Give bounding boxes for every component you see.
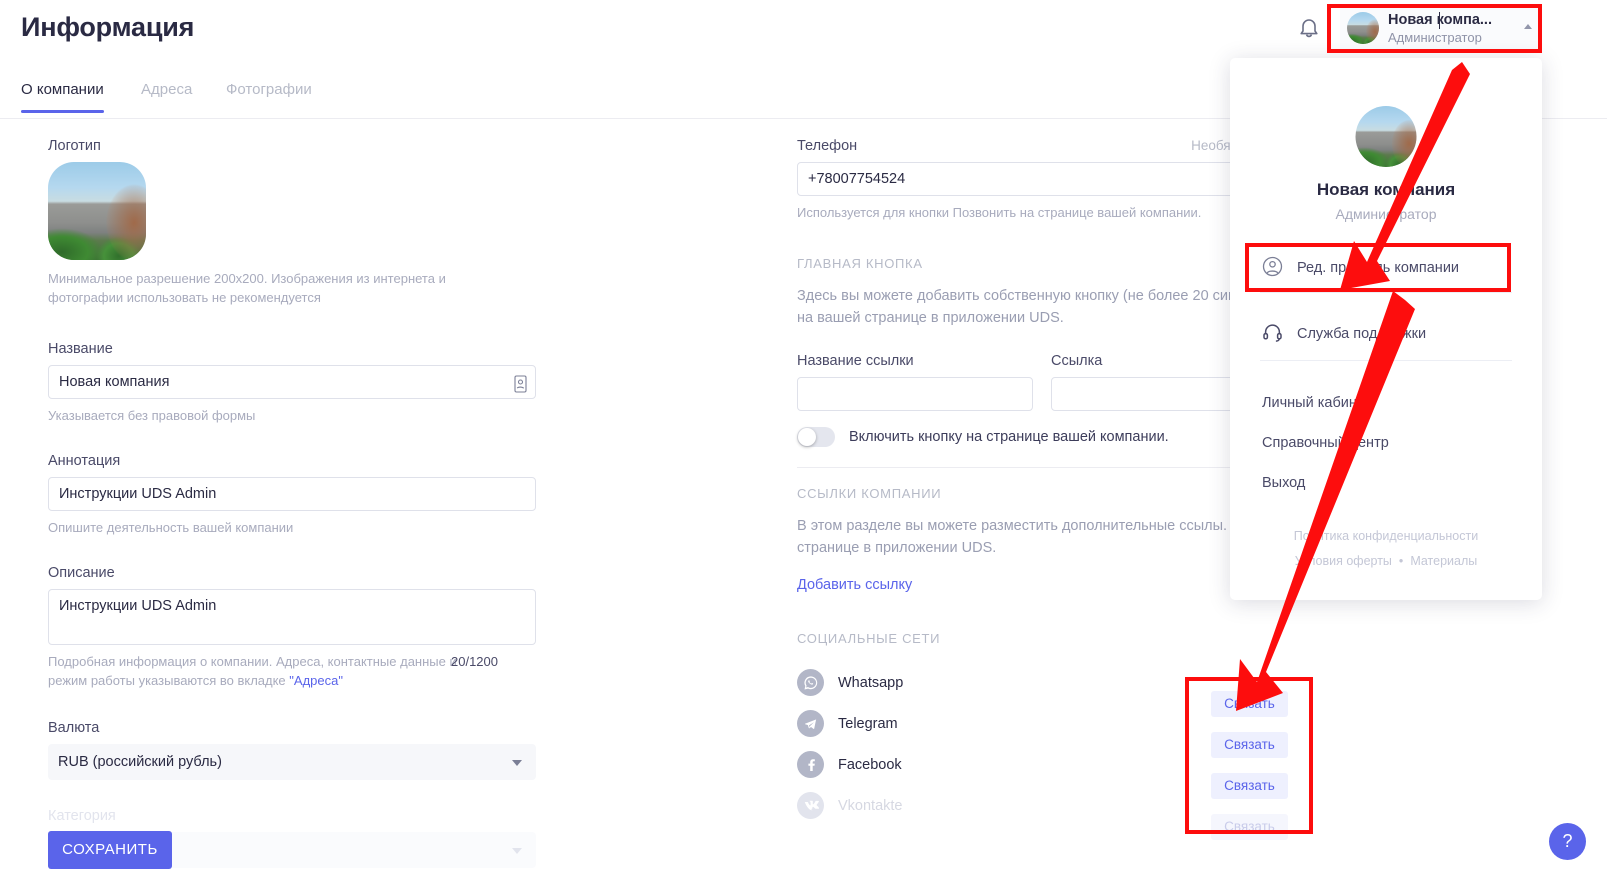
social-name-whatsapp: Whatsapp	[838, 674, 904, 691]
account-name: Новая компания	[1316, 180, 1456, 199]
social-name-telegram: Telegram	[838, 715, 898, 732]
vkontakte-icon	[797, 792, 824, 819]
tab-photos[interactable]: Фотографии	[226, 81, 312, 112]
divider	[797, 467, 1287, 468]
avatar	[1347, 12, 1379, 44]
menu-item-support[interactable]: Служба поддержки	[1230, 312, 1542, 356]
app-root: Информация Новая компа... Администратор …	[0, 0, 1607, 881]
name-input-value: Новая компания	[59, 374, 170, 390]
description-hint: Подробная информация о компании. Адреса,…	[48, 652, 498, 690]
help-button[interactable]: ?	[1549, 823, 1586, 860]
menu-link-personal-account[interactable]: Личный кабинет	[1262, 395, 1371, 411]
company-links-section: ССЫЛКИ КОМПАНИИ В этом разделе вы можете…	[797, 486, 1287, 593]
whatsapp-icon	[797, 669, 824, 696]
logo-label: Логотип	[48, 138, 101, 154]
description-hint-line1: Подробная информация о компании. Адреса,…	[48, 654, 457, 669]
user-circle-icon	[1262, 256, 1283, 281]
account-role: Администратор	[1335, 206, 1437, 222]
phone-hint: Используется для кнопки Позвонить на стр…	[797, 205, 1202, 220]
link-button-vkontakte[interactable]: Связать	[1211, 814, 1288, 840]
addresses-tab-link[interactable]: "Адреса"	[289, 673, 343, 688]
social-caption: СОЦИАЛЬНЫЕ СЕТИ	[797, 631, 941, 646]
menu-link-logout[interactable]: Выход	[1262, 475, 1305, 491]
user-chip[interactable]: Новая компа... Администратор	[1340, 5, 1540, 51]
add-link-button[interactable]: Добавить ссылку	[797, 577, 1287, 593]
currency-label: Валюта	[48, 720, 100, 736]
currency-select[interactable]: RUB (российский рубль)	[48, 744, 536, 780]
main-button-description: Здесь вы можете добавить собственную кно…	[797, 288, 1283, 326]
annotation-group: Аннотация Инструкции UDS Admin Опишите д…	[48, 453, 536, 537]
link-button-telegram[interactable]: Связать	[1211, 732, 1288, 758]
link-name-input[interactable]	[797, 377, 1033, 411]
link-button-whatsapp[interactable]: Связать	[1211, 691, 1288, 717]
company-logo-image[interactable]	[48, 162, 146, 260]
name-hint: Указывается без правовой формы	[48, 408, 256, 423]
company-links-caption: ССЫЛКИ КОМПАНИИ	[797, 486, 942, 501]
phone-group: Телефон Необязательно +78007754524 Испол…	[797, 138, 1287, 222]
account-panel-footer: Политика конфиденциальности Условия офер…	[1230, 524, 1542, 574]
name-label: Название	[48, 341, 113, 357]
chevron-up-icon	[1524, 23, 1532, 29]
description-counter: 20/1200	[451, 654, 498, 669]
phone-input-value: +78007754524	[808, 171, 906, 187]
name-input[interactable]: Новая компания	[48, 365, 536, 399]
tab-addresses[interactable]: Адреса	[141, 81, 192, 112]
social-link-actions: Связать Связать Связать Связать	[1211, 691, 1288, 855]
user-chip-name: Новая компа...	[1388, 11, 1492, 28]
headset-icon	[1262, 322, 1283, 347]
annotation-label: Аннотация	[48, 453, 121, 469]
enable-main-button-toggle[interactable]	[797, 427, 835, 447]
facebook-icon	[797, 751, 824, 778]
description-hint-line2: режим работы указываются во вкладке	[48, 673, 290, 688]
account-avatar	[1355, 106, 1417, 167]
tab-about-company[interactable]: О компании	[21, 81, 104, 113]
user-chip-role: Администратор	[1388, 29, 1482, 45]
logo-group: Логотип Минимальное разрешение 200x200. …	[48, 138, 536, 307]
footer-link-materials[interactable]: Материалы	[1410, 554, 1477, 568]
main-button-section: ГЛАВНАЯ КНОПКА Здесь вы можете добавить …	[797, 256, 1287, 447]
social-name-facebook: Facebook	[838, 756, 902, 773]
footer-separator: •	[1398, 554, 1404, 568]
name-group: Название Новая компания Указывается без …	[48, 341, 536, 425]
description-textarea[interactable]: Инструкции UDS Admin	[48, 589, 536, 645]
menu-item-label: Ред. профиль компании	[1297, 260, 1460, 276]
footer-link-privacy[interactable]: Политика конфиденциальности	[1294, 529, 1478, 543]
account-dropdown-panel: Новая компания Администратор Ред. профил…	[1230, 58, 1542, 600]
link-name-label: Название ссылки	[797, 353, 914, 369]
bell-icon[interactable]	[1298, 16, 1320, 40]
id-card-icon[interactable]	[514, 373, 527, 393]
main-button-caption: ГЛАВНАЯ КНОПКА	[797, 256, 923, 271]
divider	[1260, 360, 1512, 361]
phone-label: Телефон	[797, 138, 858, 154]
footer-link-offer[interactable]: Условия оферты	[1295, 554, 1392, 568]
menu-item-edit-company-profile[interactable]: Ред. профиль компании	[1230, 246, 1542, 290]
link-button-facebook[interactable]: Связать	[1211, 773, 1288, 799]
page-title: Информация	[21, 12, 195, 42]
save-button[interactable]: СОХРАНИТЬ	[48, 831, 172, 869]
left-form-column: Логотип Минимальное разрешение 200x200. …	[48, 138, 536, 881]
top-bar: Информация Новая компа... Администратор	[0, 0, 1607, 58]
description-label: Описание	[48, 565, 115, 581]
phone-input[interactable]: +78007754524	[797, 162, 1287, 196]
annotation-input-value: Инструкции UDS Admin	[59, 486, 217, 502]
menu-item-label: Служба поддержки	[1297, 326, 1427, 342]
category-label: Категория	[48, 808, 116, 824]
chevron-down-icon	[512, 848, 522, 854]
company-links-description: В этом разделе вы можете разместить допо…	[797, 518, 1275, 556]
enable-main-button-label: Включить кнопку на странице вашей компан…	[849, 429, 1169, 445]
description-value: Инструкции UDS Admin	[59, 598, 217, 614]
toggle-knob	[798, 428, 816, 446]
annotation-input[interactable]: Инструкции UDS Admin	[48, 477, 536, 511]
social-name-vkontakte: Vkontakte	[838, 797, 903, 814]
description-group: Описание Инструкции UDS Admin Подробная …	[48, 565, 536, 690]
text-cursor	[1439, 12, 1440, 29]
divider	[1260, 292, 1512, 293]
currency-group: Валюта RUB (российский рубль)	[48, 720, 536, 780]
annotation-hint: Опишите деятельность вашей компании	[48, 520, 294, 535]
logo-hint: Минимальное разрешение 200x200. Изображе…	[48, 271, 446, 305]
chevron-down-icon	[512, 760, 522, 766]
telegram-icon	[797, 710, 824, 737]
currency-value: RUB (российский рубль)	[58, 754, 222, 770]
menu-link-help-center[interactable]: Справочный центр	[1262, 435, 1389, 451]
